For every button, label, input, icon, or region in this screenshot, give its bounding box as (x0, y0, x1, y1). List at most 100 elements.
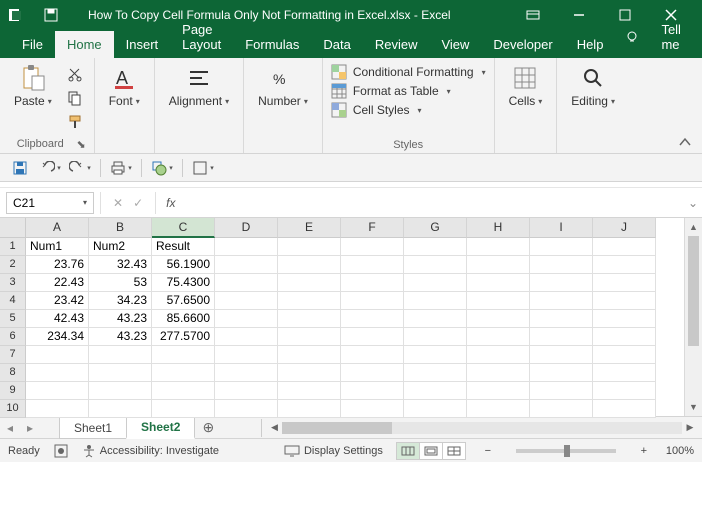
display-settings-button[interactable]: Display Settings (284, 445, 383, 457)
zoom-slider-handle[interactable] (564, 445, 570, 457)
cell[interactable] (215, 364, 278, 382)
cell[interactable] (89, 364, 152, 382)
alignment-button[interactable]: Alignment▾ (163, 62, 235, 110)
col-header[interactable]: G (404, 218, 467, 238)
cell[interactable]: 234.34 (26, 328, 89, 346)
row-header[interactable]: 7 (0, 346, 26, 364)
undo-button[interactable]: ▾ (38, 157, 62, 179)
cell[interactable] (404, 274, 467, 292)
cell[interactable] (26, 382, 89, 400)
cell[interactable] (467, 292, 530, 310)
add-sheet-button[interactable]: ⊕ (195, 419, 221, 436)
lightbulb-icon[interactable] (615, 24, 649, 50)
cell[interactable] (404, 328, 467, 346)
conditional-formatting-button[interactable]: Conditional Formatting▾ (331, 64, 486, 80)
cell[interactable]: 32.43 (89, 256, 152, 274)
view-normal-button[interactable] (396, 442, 420, 460)
enter-formula-icon[interactable]: ✓ (133, 196, 143, 210)
cell[interactable] (530, 382, 593, 400)
zoom-in-button[interactable]: + (636, 445, 652, 457)
cell[interactable] (152, 382, 215, 400)
col-header[interactable]: I (530, 218, 593, 238)
qat-shape-button[interactable]: ▾ (150, 157, 174, 179)
cell[interactable] (215, 382, 278, 400)
col-header[interactable]: H (467, 218, 530, 238)
cell[interactable] (215, 292, 278, 310)
cell[interactable] (530, 310, 593, 328)
view-page-break-button[interactable] (442, 442, 466, 460)
cell[interactable] (26, 364, 89, 382)
cell[interactable] (89, 346, 152, 364)
cell[interactable] (278, 382, 341, 400)
horizontal-scrollbar[interactable]: ◀ ▶ (266, 422, 698, 434)
cell[interactable] (215, 310, 278, 328)
cell[interactable] (467, 400, 530, 418)
format-painter-button[interactable] (64, 112, 86, 132)
cell[interactable] (341, 364, 404, 382)
cell[interactable] (341, 400, 404, 418)
cell[interactable]: 56.1900 (152, 256, 215, 274)
cell[interactable] (215, 274, 278, 292)
cell[interactable] (152, 346, 215, 364)
cell[interactable] (152, 364, 215, 382)
expand-formula-bar-icon[interactable]: ⌄ (684, 196, 702, 210)
cell-styles-button[interactable]: Cell Styles▾ (331, 102, 486, 118)
cell[interactable] (278, 238, 341, 256)
cell[interactable] (26, 346, 89, 364)
tab-developer[interactable]: Developer (481, 31, 564, 58)
cell[interactable] (593, 238, 656, 256)
cell[interactable] (341, 310, 404, 328)
cell[interactable]: Num1 (26, 238, 89, 256)
vertical-scrollbar[interactable]: ▲ ▼ (684, 218, 702, 416)
cell[interactable] (593, 292, 656, 310)
cell[interactable] (341, 346, 404, 364)
cell[interactable] (215, 238, 278, 256)
cell[interactable] (26, 400, 89, 418)
cell[interactable] (404, 382, 467, 400)
cells-button[interactable]: Cells▾ (503, 62, 549, 110)
cell[interactable]: 43.23 (89, 328, 152, 346)
cell[interactable] (404, 256, 467, 274)
qat-print-button[interactable]: ▾ (109, 157, 133, 179)
cell[interactable]: 22.43 (26, 274, 89, 292)
cell[interactable]: 23.42 (26, 292, 89, 310)
cell[interactable] (341, 274, 404, 292)
cell[interactable] (278, 274, 341, 292)
col-header[interactable]: J (593, 218, 656, 238)
sheet-tab[interactable]: Sheet1 (59, 417, 127, 439)
cell[interactable] (89, 400, 152, 418)
tell-me[interactable]: Tell me (649, 16, 693, 58)
cell[interactable] (530, 238, 593, 256)
cell[interactable] (530, 256, 593, 274)
zoom-out-button[interactable]: − (480, 445, 496, 457)
cell[interactable] (467, 382, 530, 400)
paste-button[interactable]: Paste▾ (8, 62, 58, 110)
cancel-formula-icon[interactable]: ✕ (113, 196, 123, 210)
cell[interactable] (593, 274, 656, 292)
number-button[interactable]: % Number▾ (252, 62, 314, 110)
formula-input[interactable] (185, 192, 684, 214)
font-button[interactable]: A Font▾ (103, 62, 146, 110)
editing-button[interactable]: Editing▾ (565, 62, 621, 110)
cell[interactable]: Num2 (89, 238, 152, 256)
scroll-left-icon[interactable]: ◀ (266, 422, 282, 433)
cell[interactable] (593, 346, 656, 364)
scrollbar-thumb[interactable] (282, 422, 392, 434)
cell[interactable] (215, 400, 278, 418)
cell[interactable] (404, 238, 467, 256)
cell[interactable] (341, 328, 404, 346)
share-icon[interactable] (693, 24, 702, 50)
tab-page-layout[interactable]: Page Layout (170, 16, 233, 58)
cell[interactable]: 57.6500 (152, 292, 215, 310)
cell[interactable] (593, 364, 656, 382)
cell[interactable] (152, 400, 215, 418)
dialog-launcher-icon[interactable]: ⬊ (76, 138, 85, 151)
copy-button[interactable] (64, 88, 86, 108)
cell[interactable]: 23.76 (26, 256, 89, 274)
cell[interactable] (593, 400, 656, 418)
save-button[interactable] (8, 157, 32, 179)
cell[interactable] (404, 364, 467, 382)
zoom-level[interactable]: 100% (666, 445, 694, 457)
row-header[interactable]: 10 (0, 400, 26, 418)
format-as-table-button[interactable]: Format as Table▾ (331, 83, 486, 99)
